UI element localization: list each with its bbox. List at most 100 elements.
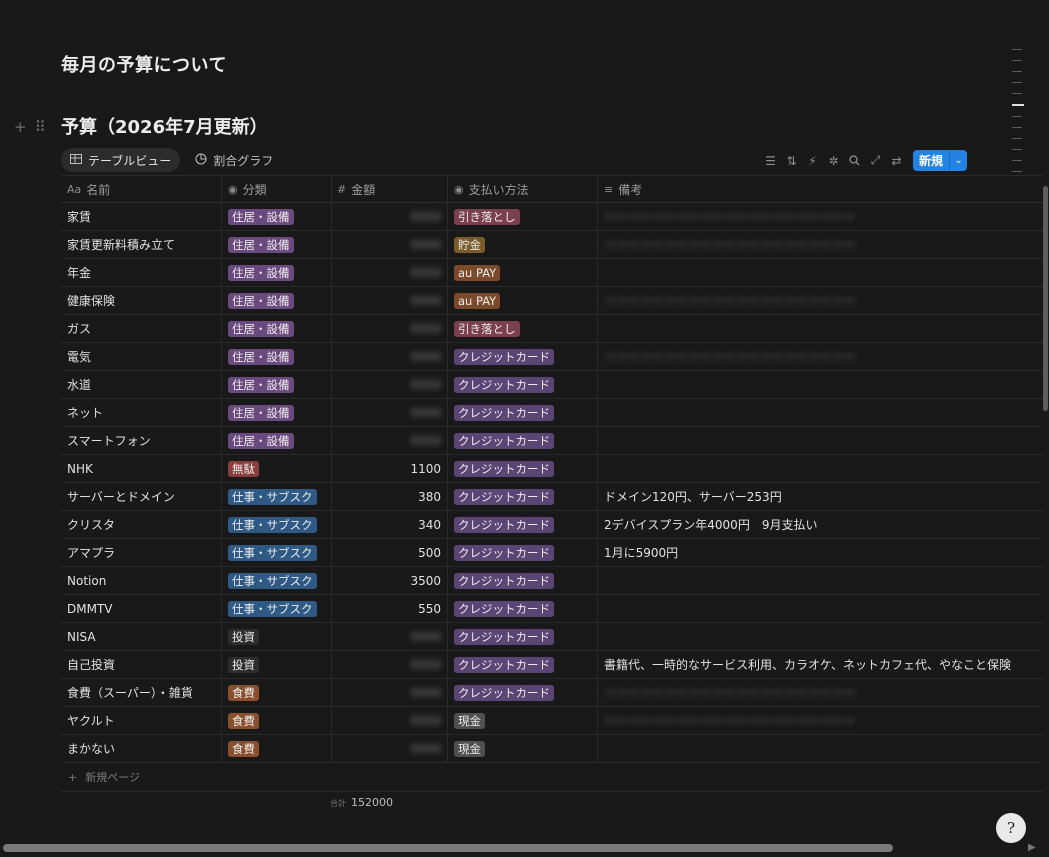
row-category[interactable]: 食費 <box>222 679 332 706</box>
row-payment[interactable]: クレジットカード <box>448 455 598 482</box>
table-row[interactable]: サーバーとドメイン 仕事・サブスク 380 クレジットカード ドメイン120円、サーバー… <box>61 483 1043 511</box>
row-category[interactable]: 仕事・サブスク <box>222 539 332 566</box>
row-name[interactable]: 水道 <box>61 371 222 398</box>
row-category[interactable]: 仕事・サブスク <box>222 595 332 622</box>
row-amount[interactable]: 0000 <box>332 399 448 426</box>
row-payment[interactable]: クレジットカード <box>448 511 598 538</box>
row-payment[interactable]: クレジットカード <box>448 679 598 706</box>
row-amount[interactable]: 380 <box>332 483 448 510</box>
table-row[interactable]: NHK 無駄 1100 クレジットカード <box>61 455 1043 483</box>
row-name[interactable]: 食費（スーパー）・雑貨 <box>61 679 222 706</box>
row-note[interactable]: －－－－－－－－－－－－－－－－－－－－－ <box>598 679 1043 706</box>
row-category[interactable]: 住居・設備 <box>222 259 332 286</box>
row-category[interactable]: 住居・設備 <box>222 315 332 342</box>
row-payment[interactable]: クレジットカード <box>448 427 598 454</box>
table-row[interactable]: NISA 投資 0000 クレジットカード <box>61 623 1043 651</box>
row-name[interactable]: ネット <box>61 399 222 426</box>
row-amount[interactable]: 0000 <box>332 231 448 258</box>
row-name[interactable]: 年金 <box>61 259 222 286</box>
row-amount[interactable]: 550 <box>332 595 448 622</box>
row-note[interactable] <box>598 371 1043 398</box>
row-note[interactable] <box>598 455 1043 482</box>
table-row[interactable]: 水道 住居・設備 0000 クレジットカード <box>61 371 1043 399</box>
table-row[interactable]: ヤクルト 食費 0000 現金 －－－－－－－－－－－－－－－－－－－－－ <box>61 707 1043 735</box>
row-amount[interactable]: 500 <box>332 539 448 566</box>
row-payment[interactable]: クレジットカード <box>448 399 598 426</box>
add-block-icon[interactable]: + <box>14 118 27 136</box>
database-title[interactable]: 予算（2026年7月更新） <box>61 113 268 139</box>
row-payment[interactable]: クレジットカード <box>448 343 598 370</box>
row-note[interactable]: －－－－－－－－－－－－－－－－－－－－－ <box>598 231 1043 258</box>
table-row[interactable]: 電気 住居・設備 0000 クレジットカード －－－－－－－－－－－－－－－－－－－－－ <box>61 343 1043 371</box>
row-payment[interactable]: クレジットカード <box>448 539 598 566</box>
table-row[interactable]: 家賃 住居・設備 0000 引き落とし －－－－－－－－－－－－－－－－－－－－－ <box>61 203 1043 231</box>
column-header-name[interactable]: Aa 名前 <box>61 176 222 202</box>
settings-icon[interactable]: ⇄ <box>886 151 907 171</box>
row-name[interactable]: 家賃 <box>61 203 222 230</box>
table-row[interactable]: 食費（スーパー）・雑貨 食費 0000 クレジットカード －－－－－－－－－－－－－－－… <box>61 679 1043 707</box>
row-note[interactable]: ドメイン120円、サーバー253円 <box>598 483 1043 510</box>
row-category[interactable]: 食費 <box>222 707 332 734</box>
row-amount[interactable]: 0000 <box>332 287 448 314</box>
search-icon[interactable] <box>844 151 865 171</box>
row-name[interactable]: まかない <box>61 735 222 762</box>
row-note[interactable] <box>598 595 1043 622</box>
table-row[interactable]: 年金 住居・設備 0000 au PAY <box>61 259 1043 287</box>
row-category[interactable]: 投資 <box>222 651 332 678</box>
row-amount[interactable]: 0000 <box>332 707 448 734</box>
row-payment[interactable]: 現金 <box>448 735 598 762</box>
row-note[interactable]: 1月に5900円 <box>598 539 1043 566</box>
table-row[interactable]: スマートフォン 住居・設備 0000 クレジットカード <box>61 427 1043 455</box>
row-payment[interactable]: クレジットカード <box>448 595 598 622</box>
row-amount[interactable]: 0000 <box>332 343 448 370</box>
row-note[interactable] <box>598 399 1043 426</box>
row-payment[interactable]: au PAY <box>448 287 598 314</box>
row-amount[interactable]: 0000 <box>332 315 448 342</box>
help-button[interactable]: ? <box>996 813 1026 843</box>
row-amount[interactable]: 340 <box>332 511 448 538</box>
row-payment[interactable]: 引き落とし <box>448 315 598 342</box>
column-header-note[interactable]: ≡ 備考 <box>598 176 1043 202</box>
row-name[interactable]: スマートフォン <box>61 427 222 454</box>
row-amount[interactable]: 0000 <box>332 651 448 678</box>
column-header-category[interactable]: ◉ 分類 <box>222 176 332 202</box>
row-category[interactable]: 仕事・サブスク <box>222 511 332 538</box>
row-category[interactable]: 仕事・サブスク <box>222 483 332 510</box>
page-outline[interactable] <box>1012 49 1026 182</box>
row-amount[interactable]: 1100 <box>332 455 448 482</box>
row-name[interactable]: 電気 <box>61 343 222 370</box>
scroll-right-icon[interactable]: ▶ <box>1028 842 1036 853</box>
table-row[interactable]: Notion 仕事・サブスク 3500 クレジットカード <box>61 567 1043 595</box>
table-row[interactable]: ネット 住居・設備 0000 クレジットカード <box>61 399 1043 427</box>
row-name[interactable]: DMMTV <box>61 595 222 622</box>
row-category[interactable]: 住居・設備 <box>222 203 332 230</box>
row-name[interactable]: サーバーとドメイン <box>61 483 222 510</box>
row-payment[interactable]: クレジットカード <box>448 483 598 510</box>
row-payment[interactable]: クレジットカード <box>448 623 598 650</box>
row-note[interactable]: －－－－－－－－－－－－－－－－－－－－－ <box>598 203 1043 230</box>
table-row[interactable]: まかない 食費 0000 現金 <box>61 735 1043 763</box>
table-row[interactable]: クリスタ 仕事・サブスク 340 クレジットカード 2デバイスプラン年4000円 9月支… <box>61 511 1043 539</box>
table-row[interactable]: ガス 住居・設備 0000 引き落とし <box>61 315 1043 343</box>
row-amount[interactable]: 0000 <box>332 735 448 762</box>
row-category[interactable]: 無駄 <box>222 455 332 482</box>
row-note[interactable]: 書籍代、一時的なサービス利用、カラオケ、ネットカフェ代、やなこと保険 <box>598 651 1043 678</box>
row-category[interactable]: 住居・設備 <box>222 427 332 454</box>
row-name[interactable]: NHK <box>61 455 222 482</box>
table-row[interactable]: 健康保険 住居・設備 0000 au PAY －－－－－－－－－－－－－－－－－－－－－ <box>61 287 1043 315</box>
row-name[interactable]: 家賃更新料積み立て <box>61 231 222 258</box>
row-amount[interactable]: 0000 <box>332 259 448 286</box>
row-name[interactable]: 自己投資 <box>61 651 222 678</box>
row-note[interactable] <box>598 315 1043 342</box>
vertical-scrollbar[interactable] <box>1043 186 1048 411</box>
row-amount[interactable]: 0000 <box>332 427 448 454</box>
row-amount[interactable]: 0000 <box>332 371 448 398</box>
table-row[interactable]: アマプラ 仕事・サブスク 500 クレジットカード 1月に5900円 <box>61 539 1043 567</box>
row-name[interactable]: ヤクルト <box>61 707 222 734</box>
row-note[interactable]: 2デバイスプラン年4000円 9月支払い <box>598 511 1043 538</box>
block-handle[interactable]: + ⠿ <box>14 118 46 136</box>
table-row[interactable]: 家賃更新料積み立て 住居・設備 0000 貯金 －－－－－－－－－－－－－－－－－－－－… <box>61 231 1043 259</box>
row-name[interactable]: クリスタ <box>61 511 222 538</box>
row-name[interactable]: ガス <box>61 315 222 342</box>
new-page-button[interactable]: + 新規ページ <box>61 763 1043 792</box>
